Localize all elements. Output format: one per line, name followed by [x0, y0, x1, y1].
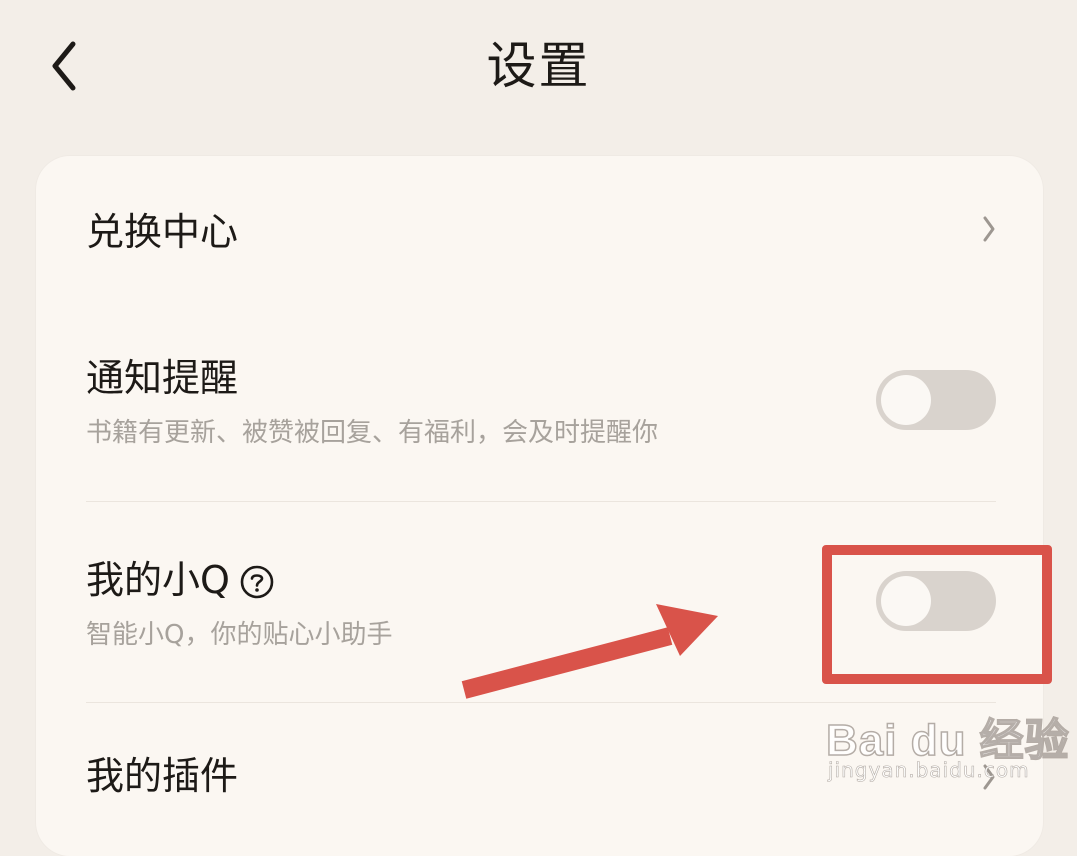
settings-item-title: 兑换中心 [86, 210, 239, 254]
settings-item-redeem-center[interactable]: 兑换中心 [36, 186, 1043, 276]
settings-item-notifications: 通知提醒 书籍有更新、被赞被回复、有福利，会及时提醒你 [36, 346, 1043, 496]
settings-item-subtitle: 书籍有更新、被赞被回复、有福利，会及时提醒你 [86, 418, 659, 448]
chevron-right-icon [979, 214, 999, 244]
notifications-toggle[interactable] [876, 370, 996, 430]
settings-item-title: 我的插件 [86, 754, 239, 798]
settings-item-my-xiaoq: 我的小Q 智能小Q，你的贴心小助手 [36, 548, 1043, 698]
divider [86, 501, 996, 502]
toggle-knob [881, 576, 931, 626]
my-xiaoq-toggle[interactable] [876, 571, 996, 631]
settings-item-title: 通知提醒 [86, 356, 239, 400]
question-circle-icon[interactable] [240, 562, 274, 598]
settings-item-title-text: 我的小Q [86, 558, 230, 602]
settings-card: 兑换中心 通知提醒 书籍有更新、被赞被回复、有福利，会及时提醒你 我的小Q 智能… [36, 156, 1043, 856]
page-title: 设置 [486, 37, 591, 95]
chevron-right-icon [979, 762, 999, 792]
toggle-knob [881, 375, 931, 425]
settings-item-subtitle: 智能小Q，你的贴心小助手 [86, 620, 393, 650]
settings-item-my-plugins[interactable]: 我的插件 [36, 736, 1043, 826]
header-bar: 设置 [0, 0, 1077, 140]
settings-item-title: 我的小Q [86, 556, 274, 604]
divider [86, 702, 996, 703]
